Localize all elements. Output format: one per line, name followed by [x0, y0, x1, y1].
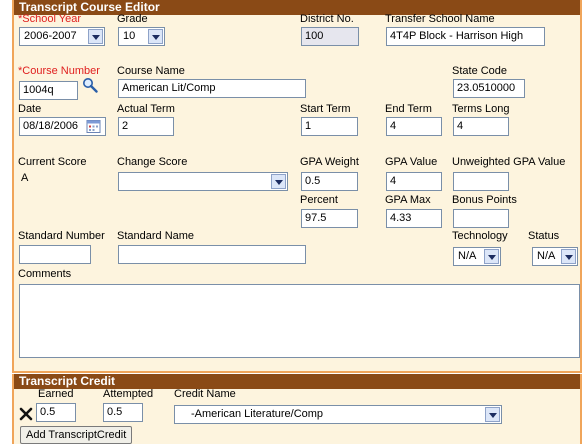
status-value: N/A	[537, 250, 556, 262]
current-score-label: Current Score	[18, 156, 87, 168]
earned-field[interactable]: 0.5	[36, 403, 76, 422]
unweighted-gpa-field[interactable]	[453, 172, 509, 191]
percent-label: Percent	[300, 194, 338, 206]
attempted-header: Attempted	[103, 388, 154, 400]
status-select[interactable]: N/A	[532, 247, 578, 266]
state-code-label: State Code	[452, 65, 508, 77]
school-year-label: *School Year	[18, 13, 81, 25]
magnifier-icon[interactable]	[82, 77, 98, 93]
technology-value: N/A	[458, 250, 477, 262]
chevron-down-icon[interactable]	[271, 174, 286, 189]
transfer-school-label: Transfer School Name	[385, 13, 495, 25]
course-name-label: Course Name	[117, 65, 185, 77]
date-label: Date	[18, 103, 42, 115]
gpa-weight-label: GPA Weight	[300, 156, 359, 168]
credit-name-value: -American Literature/Comp	[191, 408, 324, 420]
school-year-value: 2006-2007	[24, 30, 77, 42]
transcript-credit-panel: Transcript Credit Earned Attempted Credi…	[12, 374, 582, 444]
bonus-points-label: Bonus Points	[452, 194, 517, 206]
state-code-field[interactable]: 23.0510000	[453, 79, 525, 98]
actual-term-label: Actual Term	[117, 103, 175, 115]
change-score-label: Change Score	[117, 156, 188, 168]
standard-number-label: Standard Number	[18, 230, 105, 242]
credit-name-select[interactable]: -American Literature/Comp	[174, 405, 502, 424]
bonus-points-field[interactable]	[453, 209, 509, 228]
grade-label: Grade	[117, 13, 148, 25]
gpa-value-label: GPA Value	[385, 156, 438, 168]
delete-x-icon[interactable]	[19, 407, 33, 421]
comments-label: Comments	[18, 268, 72, 280]
percent-field[interactable]: 97.5	[301, 209, 358, 228]
start-term-field[interactable]: 1	[301, 117, 358, 136]
gpa-max-label: GPA Max	[385, 194, 431, 206]
panel-title: Transcript Credit	[14, 374, 580, 389]
current-score-value: A	[21, 172, 29, 184]
course-name-field[interactable]: American Lit/Comp	[118, 79, 306, 98]
gpa-max-field[interactable]: 4.33	[386, 209, 442, 228]
course-number-field[interactable]: 1004q	[19, 81, 78, 100]
standard-name-field[interactable]	[118, 245, 306, 264]
district-no-field[interactable]: 100	[301, 27, 359, 46]
standard-name-label: Standard Name	[117, 230, 195, 242]
panel-title: Transcript Course Editor	[14, 0, 580, 15]
grade-value: 10	[123, 30, 136, 42]
transfer-school-field[interactable]: 4T4P Block - Harrison High	[386, 27, 545, 46]
chevron-down-icon[interactable]	[88, 29, 103, 44]
school-year-select[interactable]: 2006-2007	[19, 27, 105, 46]
terms-long-label: Terms Long	[452, 103, 510, 115]
credit-name-header: Credit Name	[174, 388, 236, 400]
transcript-course-editor-panel: Transcript Course Editor *School Year 20…	[12, 0, 582, 373]
attempted-field[interactable]: 0.5	[103, 403, 143, 422]
course-number-label: *Course Number	[18, 65, 100, 77]
actual-term-field[interactable]: 2	[118, 117, 174, 136]
chevron-down-icon[interactable]	[484, 249, 499, 264]
chevron-down-icon[interactable]	[561, 249, 576, 264]
gpa-value-field[interactable]: 4	[386, 172, 442, 191]
calendar-icon[interactable]	[86, 119, 101, 134]
chevron-down-icon[interactable]	[485, 407, 500, 422]
gpa-weight-field[interactable]: 0.5	[301, 172, 358, 191]
add-transcript-credit-button[interactable]: Add TranscriptCredit	[20, 426, 133, 444]
chevron-down-icon[interactable]	[148, 29, 163, 44]
end-term-label: End Term	[385, 103, 432, 115]
technology-select[interactable]: N/A	[453, 247, 501, 266]
unweighted-gpa-label: Unweighted GPA Value	[452, 156, 566, 168]
terms-long-field[interactable]: 4	[453, 117, 509, 136]
district-no-label: District No.	[300, 13, 354, 25]
date-value: 08/18/2006	[23, 120, 79, 132]
technology-label: Technology	[452, 230, 508, 242]
standard-number-field[interactable]	[19, 245, 91, 264]
earned-header: Earned	[38, 388, 74, 400]
grade-select[interactable]: 10	[118, 27, 165, 46]
status-label: Status	[528, 230, 560, 242]
change-score-select[interactable]	[118, 172, 288, 191]
start-term-label: Start Term	[300, 103, 351, 115]
comments-textarea[interactable]	[19, 284, 580, 358]
end-term-field[interactable]: 4	[386, 117, 442, 136]
